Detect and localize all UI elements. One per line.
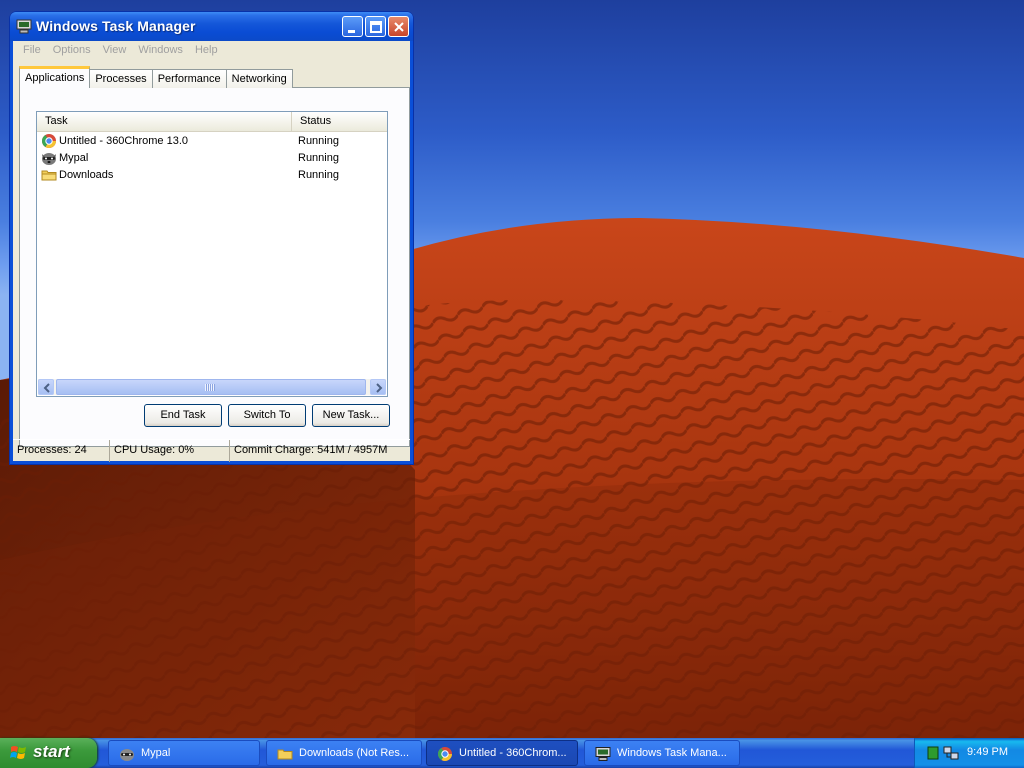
- table-row[interactable]: Downloads Running: [37, 166, 387, 183]
- task-name: Mypal: [59, 151, 89, 164]
- task-status: Running: [298, 151, 339, 164]
- tab-applications[interactable]: Applications: [19, 66, 91, 88]
- chevron-right-icon: [376, 383, 383, 393]
- menu-help[interactable]: Help: [189, 41, 224, 61]
- task-status: Running: [298, 134, 339, 147]
- task-manager-window: Windows Task Manager File Options View W…: [10, 12, 413, 464]
- taskbar-item-downloads[interactable]: Downloads (Not Res...: [266, 740, 422, 766]
- menu-view[interactable]: View: [97, 41, 133, 61]
- column-task[interactable]: Task: [37, 112, 292, 131]
- raccoon-icon: [42, 152, 56, 165]
- window-title: Windows Task Manager: [36, 18, 196, 34]
- clock[interactable]: 9:49 PM: [967, 746, 1008, 758]
- task-name: Downloads: [59, 168, 114, 181]
- menu-windows[interactable]: Windows: [132, 41, 189, 61]
- task-manager-icon: [16, 19, 32, 34]
- horizontal-scrollbar[interactable]: [38, 379, 386, 395]
- list-header: Task Status: [37, 112, 387, 132]
- start-label: start: [33, 742, 70, 761]
- tab-processes[interactable]: Processes: [89, 69, 153, 88]
- status-cpu-usage: CPU Usage: 0%: [110, 440, 230, 462]
- title-bar[interactable]: Windows Task Manager: [10, 12, 413, 41]
- folder-icon: [277, 749, 293, 760]
- network-icon[interactable]: [943, 745, 959, 761]
- close-icon: [394, 22, 404, 32]
- maximize-button[interactable]: [365, 16, 386, 37]
- switch-to-button[interactable]: Switch To: [228, 404, 306, 427]
- raccoon-icon: [120, 749, 134, 761]
- table-row[interactable]: Mypal Running: [37, 149, 387, 166]
- tab-networking[interactable]: Networking: [225, 69, 293, 88]
- minimize-icon: [348, 30, 355, 33]
- green-status-icon[interactable]: [927, 746, 939, 760]
- window-client: File Options View Windows Help Applicati…: [13, 41, 410, 462]
- status-processes: Processes: 24: [13, 440, 110, 462]
- taskbar-item-label: Mypal: [141, 747, 171, 759]
- close-button[interactable]: [388, 16, 409, 37]
- taskbar: start Mypal Downloads (Not Res... Untitl…: [0, 738, 1024, 768]
- menu-bar: File Options View Windows Help: [13, 41, 410, 61]
- scroll-right-button[interactable]: [370, 379, 386, 395]
- menu-options[interactable]: Options: [47, 41, 97, 61]
- taskbar-item-mypal[interactable]: Mypal: [108, 740, 260, 766]
- tab-performance[interactable]: Performance: [151, 69, 227, 88]
- minimize-button[interactable]: [342, 16, 363, 37]
- scroll-thumb[interactable]: [56, 379, 366, 395]
- windows-logo-icon: [10, 746, 26, 759]
- start-button[interactable]: start: [0, 738, 97, 768]
- column-status[interactable]: Status: [292, 112, 387, 131]
- task-manager-icon: [595, 747, 611, 761]
- task-name: Untitled - 360Chrome 13.0: [59, 134, 189, 147]
- task-status: Running: [298, 168, 339, 181]
- table-row[interactable]: Untitled - 360Chrome 13.0 Running: [37, 132, 387, 149]
- chrome-icon: [438, 747, 452, 761]
- new-task-button[interactable]: New Task...: [312, 404, 390, 427]
- taskbar-item-label: Untitled - 360Chrom...: [459, 747, 567, 759]
- taskbar-item-task-manager[interactable]: Windows Task Mana...: [584, 740, 740, 766]
- end-task-button[interactable]: End Task: [144, 404, 222, 427]
- grip-icon: [205, 384, 215, 391]
- scroll-left-button[interactable]: [38, 379, 54, 395]
- maximize-icon: [370, 21, 382, 33]
- tab-strip: Applications Processes Performance Netwo…: [19, 66, 293, 88]
- status-bar: Processes: 24 CPU Usage: 0% Commit Charg…: [13, 439, 410, 462]
- taskbar-item-label: Windows Task Mana...: [617, 747, 727, 759]
- taskbar-item-360chrome[interactable]: Untitled - 360Chrom...: [426, 740, 578, 766]
- chevron-left-icon: [43, 383, 50, 393]
- taskbar-item-label: Downloads (Not Res...: [299, 747, 410, 759]
- folder-icon: [41, 170, 57, 180]
- chrome-icon: [42, 133, 56, 148]
- task-list[interactable]: Task Status Untitled - 360Chrome 13.0 Ru…: [36, 111, 388, 397]
- system-tray: 9:49 PM: [914, 738, 1024, 768]
- status-commit-charge: Commit Charge: 541M / 4957M: [234, 444, 388, 456]
- menu-file[interactable]: File: [17, 41, 47, 61]
